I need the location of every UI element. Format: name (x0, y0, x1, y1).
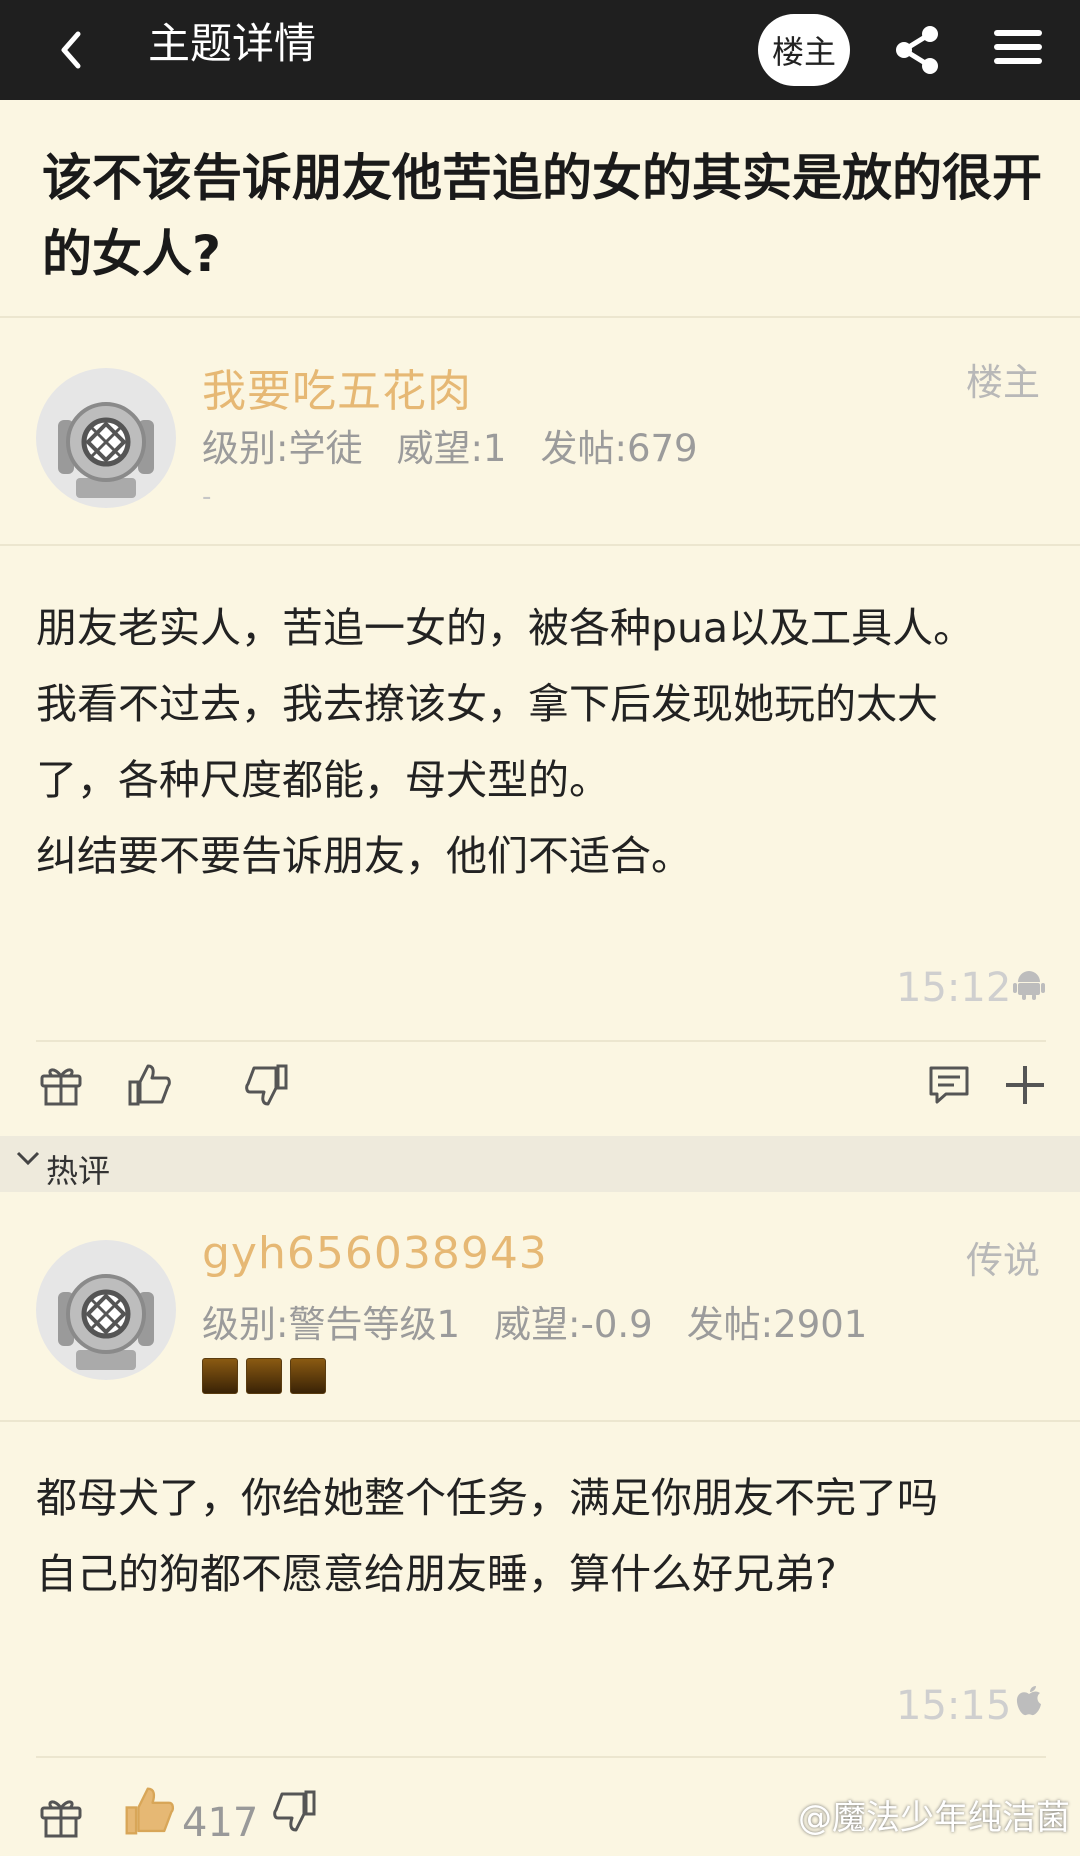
op-prestige: 威望:1 (396, 427, 507, 470)
body-line: 自己的狗都不愿意给朋友睡，算什么好兄弟? (36, 1550, 837, 1598)
op-avatar[interactable] (36, 368, 176, 508)
watermark: @魔法少年纯洁菌 (798, 1798, 1070, 1838)
chevron-down-icon (16, 1151, 40, 1166)
reply-user-meta: 级别:警告等级1 威望:-0.9 发帖:2901 (202, 1294, 901, 1348)
reply-post-count: 发帖:2901 (686, 1303, 868, 1346)
body-line: 都母犬了，你给她整个任务，满足你朋友不完了吗 (36, 1474, 938, 1522)
medal-badge[interactable] (290, 1358, 326, 1394)
medal-badge[interactable] (246, 1358, 282, 1394)
op-action-row (0, 1042, 1080, 1132)
reply-role-tag: 传说 (966, 1239, 1040, 1282)
thumbs-down-icon[interactable] (272, 1788, 318, 1834)
share-icon (896, 26, 938, 74)
hamburger-icon (990, 30, 1046, 64)
divider (0, 1420, 1080, 1422)
body-line: 朋友老实人，苦追一女的，被各种pua以及工具人。 (36, 604, 975, 652)
thumbs-down-icon[interactable] (244, 1062, 290, 1108)
comment-icon[interactable] (926, 1062, 972, 1108)
thumbs-up-icon[interactable] (122, 1784, 176, 1838)
plus-icon[interactable] (1002, 1062, 1048, 1108)
reply-body: 都母犬了，你给她整个任务，满足你朋友不完了吗 自己的狗都不愿意给朋友睡，算什么好… (36, 1460, 1046, 1612)
divider (0, 316, 1080, 318)
op-username[interactable]: 我要吃五花肉 (202, 355, 472, 419)
body-line: 了，各种尺度都能，母犬型的。 (36, 756, 610, 804)
medal-badge[interactable] (202, 1358, 238, 1394)
back-button[interactable] (50, 22, 90, 78)
share-button[interactable] (890, 22, 946, 78)
op-extra-line: - (202, 482, 212, 512)
medal-badges (202, 1358, 326, 1394)
diver-helmet-icon (58, 1274, 154, 1370)
apple-icon (1016, 1686, 1041, 1716)
top-bar: 主题详情 楼主 (0, 0, 1080, 100)
diver-helmet-icon (58, 402, 154, 498)
body-line: 我看不过去，我去撩该女，拿下后发现她玩的太大 (36, 680, 938, 728)
reply-avatar[interactable] (36, 1240, 176, 1380)
op-role-tag: 楼主 (966, 361, 1040, 404)
hot-comments-header[interactable]: 热评 (0, 1136, 1080, 1192)
thread-title: 该不该告诉朋友他苦追的女的其实是放的很开的女人? (42, 149, 1042, 283)
divider (36, 1756, 1046, 1758)
op-timestamp: 15:12 (896, 965, 1012, 1011)
op-post-count: 发帖:679 (540, 427, 698, 470)
reply-prestige: 威望:-0.9 (494, 1303, 653, 1346)
op-user-meta: 级别:学徒 威望:1 发帖:679 (202, 418, 732, 472)
body-line: 纠结要不要告诉朋友，他们不适合。 (36, 832, 692, 880)
page-title: 主题详情 (148, 19, 317, 68)
gift-icon[interactable] (38, 1794, 84, 1840)
view-op-only-button[interactable]: 楼主 (758, 14, 850, 86)
reply-timestamp: 15:15 (896, 1683, 1012, 1729)
op-level: 级别:学徒 (202, 427, 363, 470)
reply-username[interactable]: gyh656038943 (202, 1228, 548, 1279)
chevron-left-icon (61, 31, 81, 69)
op-post-body: 朋友老实人，苦追一女的，被各种pua以及工具人。 我看不过去，我去撩该女，拿下后… (36, 590, 1046, 894)
menu-button[interactable] (990, 22, 1046, 78)
hot-comments-label: 热评 (46, 1152, 111, 1190)
divider (0, 544, 1080, 546)
like-count: 417 (182, 1800, 259, 1846)
thumbs-up-icon[interactable] (126, 1062, 172, 1108)
reply-level: 级别:警告等级1 (202, 1303, 461, 1346)
android-icon (1013, 971, 1045, 1000)
gift-icon[interactable] (38, 1062, 84, 1108)
